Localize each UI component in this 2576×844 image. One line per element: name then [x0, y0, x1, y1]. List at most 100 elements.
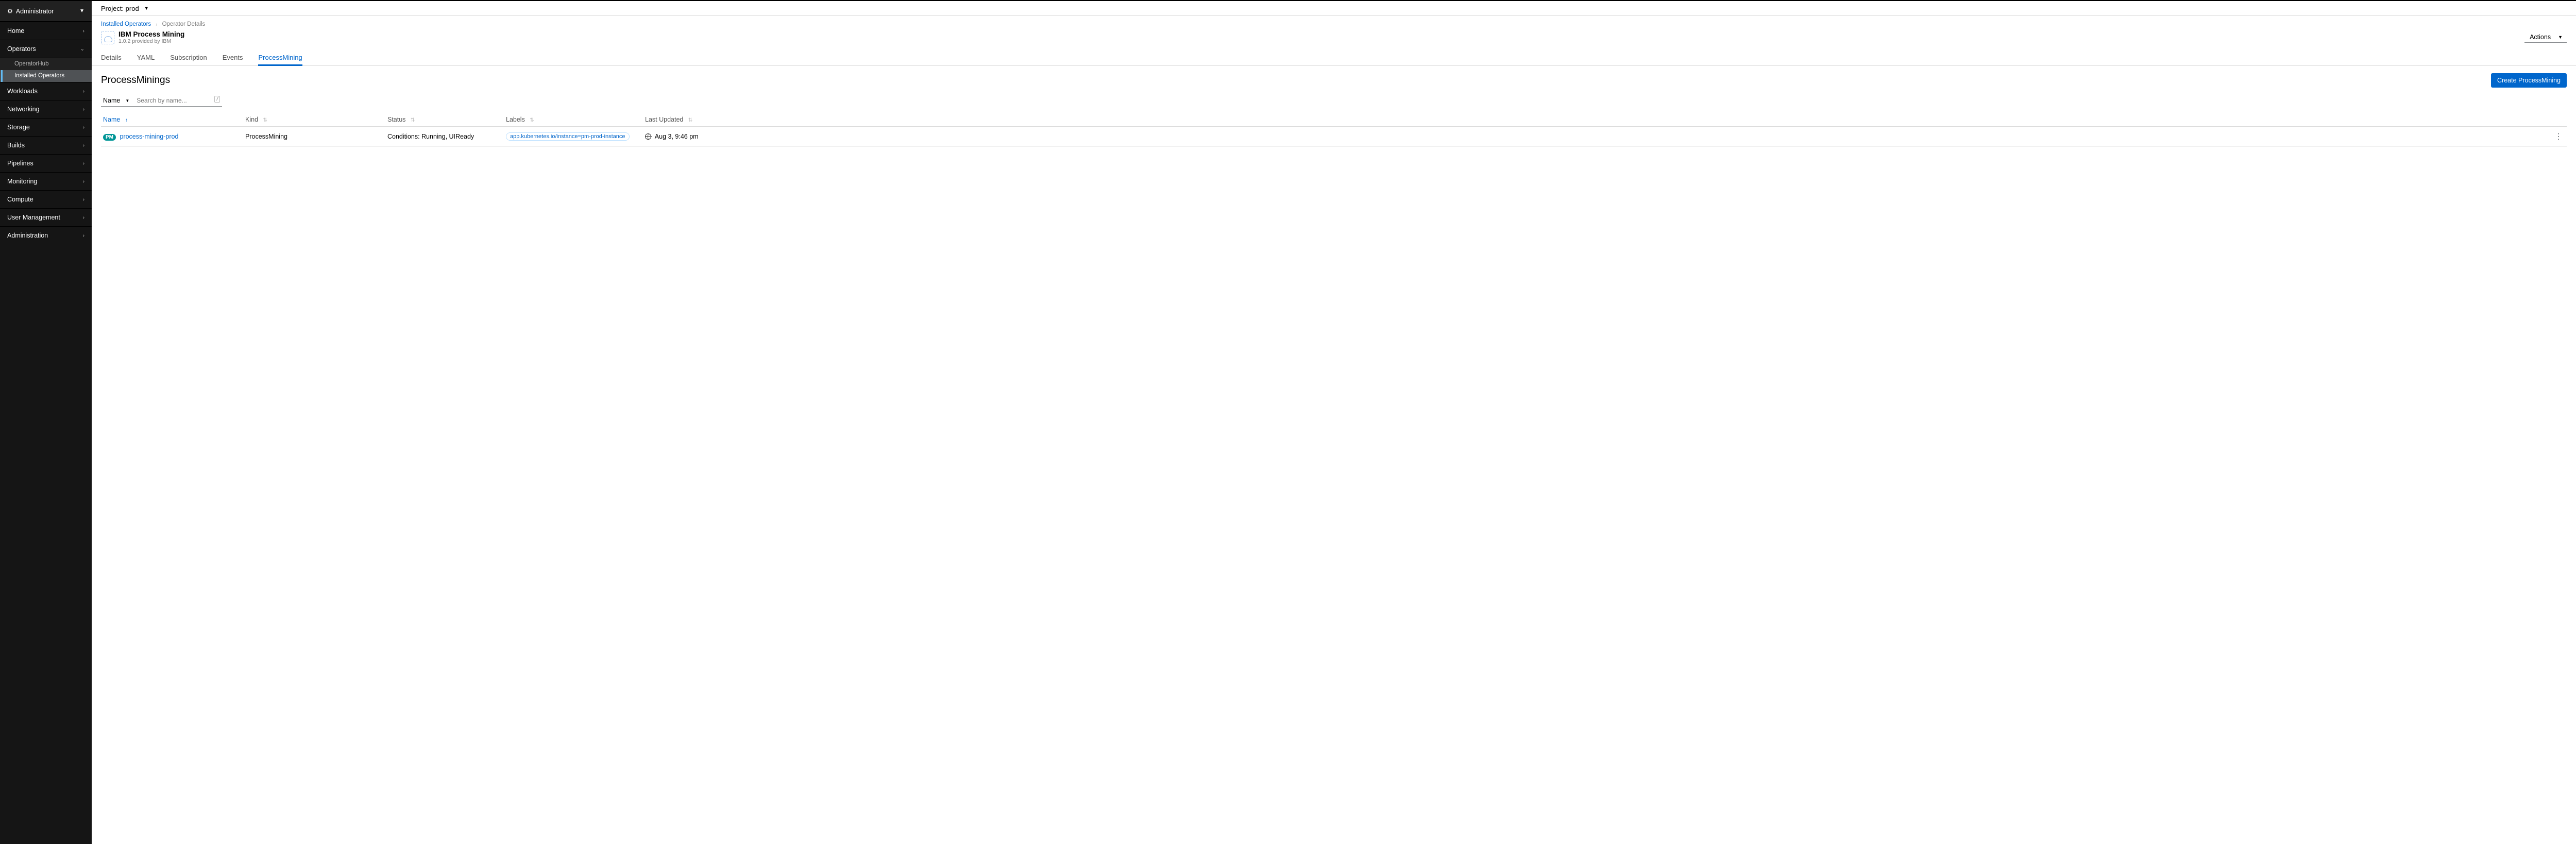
col-updated[interactable]: Last Updated ⇅ [643, 113, 2550, 127]
nav-operators[interactable]: Operators ⌄ [0, 40, 92, 58]
nav-operatorhub[interactable]: OperatorHub [0, 58, 92, 70]
cell-kind: ProcessMining [243, 127, 385, 147]
cell-actions: ⋮ [2550, 127, 2567, 147]
sort-asc-icon: ↑ [125, 117, 128, 123]
chevron-right-icon: › [83, 233, 84, 239]
operator-logo-icon [101, 31, 114, 44]
nav-workloads-label: Workloads [7, 88, 38, 95]
tab-yaml[interactable]: YAML [137, 49, 155, 65]
col-status-label: Status [387, 116, 405, 123]
col-name-label: Name [103, 116, 120, 123]
nav-operatorhub-label: OperatorHub [14, 61, 48, 67]
chevron-right-icon: › [83, 215, 84, 221]
updated-text: Aug 3, 9:46 pm [655, 133, 699, 140]
kebab-icon[interactable]: ⋮ [2552, 132, 2565, 141]
chevron-right-icon: › [83, 197, 84, 202]
main-content: Project: prod ▼ Installed Operators › Op… [92, 1, 2576, 844]
chevron-right-icon: › [83, 107, 84, 112]
nav-builds[interactable]: Builds › [0, 136, 92, 154]
nav-home-label: Home [7, 27, 24, 35]
gear-icon: ⚙ [7, 8, 13, 15]
sidebar: ⚙ Administrator ▼ Home › Operators ⌄ Ope… [0, 1, 92, 844]
resource-table: Name ↑ Kind ⇅ Status ⇅ Labels [101, 113, 2567, 147]
col-updated-label: Last Updated [645, 116, 683, 123]
col-name[interactable]: Name ↑ [101, 113, 243, 127]
chevron-down-icon: ⌄ [80, 46, 84, 52]
sort-icon: ⇅ [263, 117, 267, 123]
resource-badge: PM [103, 134, 116, 141]
cell-name: PM process-mining-prod [101, 127, 243, 147]
label-chip[interactable]: app.kubernetes.io/instance=pm-prod-insta… [506, 132, 630, 141]
chevron-right-icon: › [83, 161, 84, 166]
nav-compute-label: Compute [7, 196, 33, 203]
nav-admin-label: Administration [7, 232, 48, 239]
tab-details[interactable]: Details [101, 49, 122, 65]
slash-key-icon: / [214, 96, 220, 103]
nav-operators-label: Operators [7, 45, 36, 53]
sort-icon: ⇅ [688, 117, 692, 123]
chevron-right-icon: › [83, 179, 84, 184]
content-area: ProcessMinings Create ProcessMining Name… [92, 66, 2576, 154]
project-label: Project: prod [101, 5, 139, 12]
chevron-right-icon: › [83, 125, 84, 130]
operator-subtitle: 1.0.2 provided by IBM [118, 38, 184, 44]
create-processmining-button[interactable]: Create ProcessMining [2491, 73, 2567, 88]
page-title: ProcessMinings [101, 75, 170, 86]
globe-icon [645, 133, 651, 140]
col-labels-label: Labels [506, 116, 525, 123]
cell-labels: app.kubernetes.io/instance=pm-prod-insta… [504, 127, 643, 147]
nav-storage[interactable]: Storage › [0, 118, 92, 136]
actions-label: Actions [2530, 33, 2551, 41]
cell-status: Conditions: Running, UIReady [385, 127, 504, 147]
col-kind[interactable]: Kind ⇅ [243, 113, 385, 127]
nav-home[interactable]: Home › [0, 22, 92, 40]
project-bar[interactable]: Project: prod ▼ [92, 1, 2576, 16]
table-row: PM process-mining-prod ProcessMining Con… [101, 127, 2567, 147]
nav-operators-submenu: OperatorHub Installed Operators [0, 58, 92, 82]
cell-updated: Aug 3, 9:46 pm [643, 127, 2550, 147]
tab-processmining[interactable]: ProcessMining [258, 49, 302, 66]
resource-link[interactable]: process-mining-prod [120, 133, 178, 140]
nav-installed-operators[interactable]: Installed Operators [0, 70, 92, 82]
col-labels[interactable]: Labels ⇅ [504, 113, 643, 127]
actions-dropdown[interactable]: Actions ▼ [2524, 32, 2567, 43]
col-kind-label: Kind [245, 116, 258, 123]
nav-builds-label: Builds [7, 142, 25, 149]
caret-down-icon: ▼ [2558, 35, 2563, 40]
nav-installed-label: Installed Operators [14, 73, 64, 79]
tabs: Details YAML Subscription Events Process… [92, 49, 2576, 66]
chevron-right-icon: › [156, 22, 157, 27]
breadcrumb-parent[interactable]: Installed Operators [101, 21, 151, 27]
nav-user-management[interactable]: User Management › [0, 208, 92, 226]
nav-administration[interactable]: Administration › [0, 226, 92, 244]
filter-row: Name ▼ / [101, 95, 2567, 107]
filter-type-label: Name [103, 97, 120, 104]
nav-monitoring[interactable]: Monitoring › [0, 172, 92, 190]
perspective-label: Administrator [16, 8, 54, 15]
tab-events[interactable]: Events [223, 49, 243, 65]
search-input[interactable] [132, 95, 222, 107]
operator-header: IBM Process Mining 1.0.2 provided by IBM… [92, 27, 2576, 49]
nav-networking[interactable]: Networking › [0, 100, 92, 118]
search-wrap: / [132, 95, 222, 107]
page-header: ProcessMinings Create ProcessMining [101, 73, 2567, 88]
breadcrumb: Installed Operators › Operator Details [92, 16, 2576, 27]
breadcrumb-current: Operator Details [162, 21, 206, 27]
nav-workloads[interactable]: Workloads › [0, 82, 92, 100]
nav-monitoring-label: Monitoring [7, 178, 37, 185]
operator-title-block: IBM Process Mining 1.0.2 provided by IBM [118, 30, 184, 44]
nav-compute[interactable]: Compute › [0, 190, 92, 208]
col-status[interactable]: Status ⇅ [385, 113, 504, 127]
sort-icon: ⇅ [530, 117, 534, 123]
chevron-right-icon: › [83, 143, 84, 148]
col-actions [2550, 113, 2567, 127]
caret-down-icon: ▼ [144, 6, 149, 11]
nav-pipelines[interactable]: Pipelines › [0, 154, 92, 172]
caret-down-icon: ▼ [125, 98, 129, 103]
app-container: ⚙ Administrator ▼ Home › Operators ⌄ Ope… [0, 1, 2576, 844]
caret-down-icon: ▼ [79, 8, 84, 14]
nav-pipelines-label: Pipelines [7, 160, 33, 167]
filter-type-dropdown[interactable]: Name ▼ [101, 95, 132, 107]
tab-subscription[interactable]: Subscription [170, 49, 207, 65]
perspective-switcher[interactable]: ⚙ Administrator ▼ [0, 1, 92, 22]
